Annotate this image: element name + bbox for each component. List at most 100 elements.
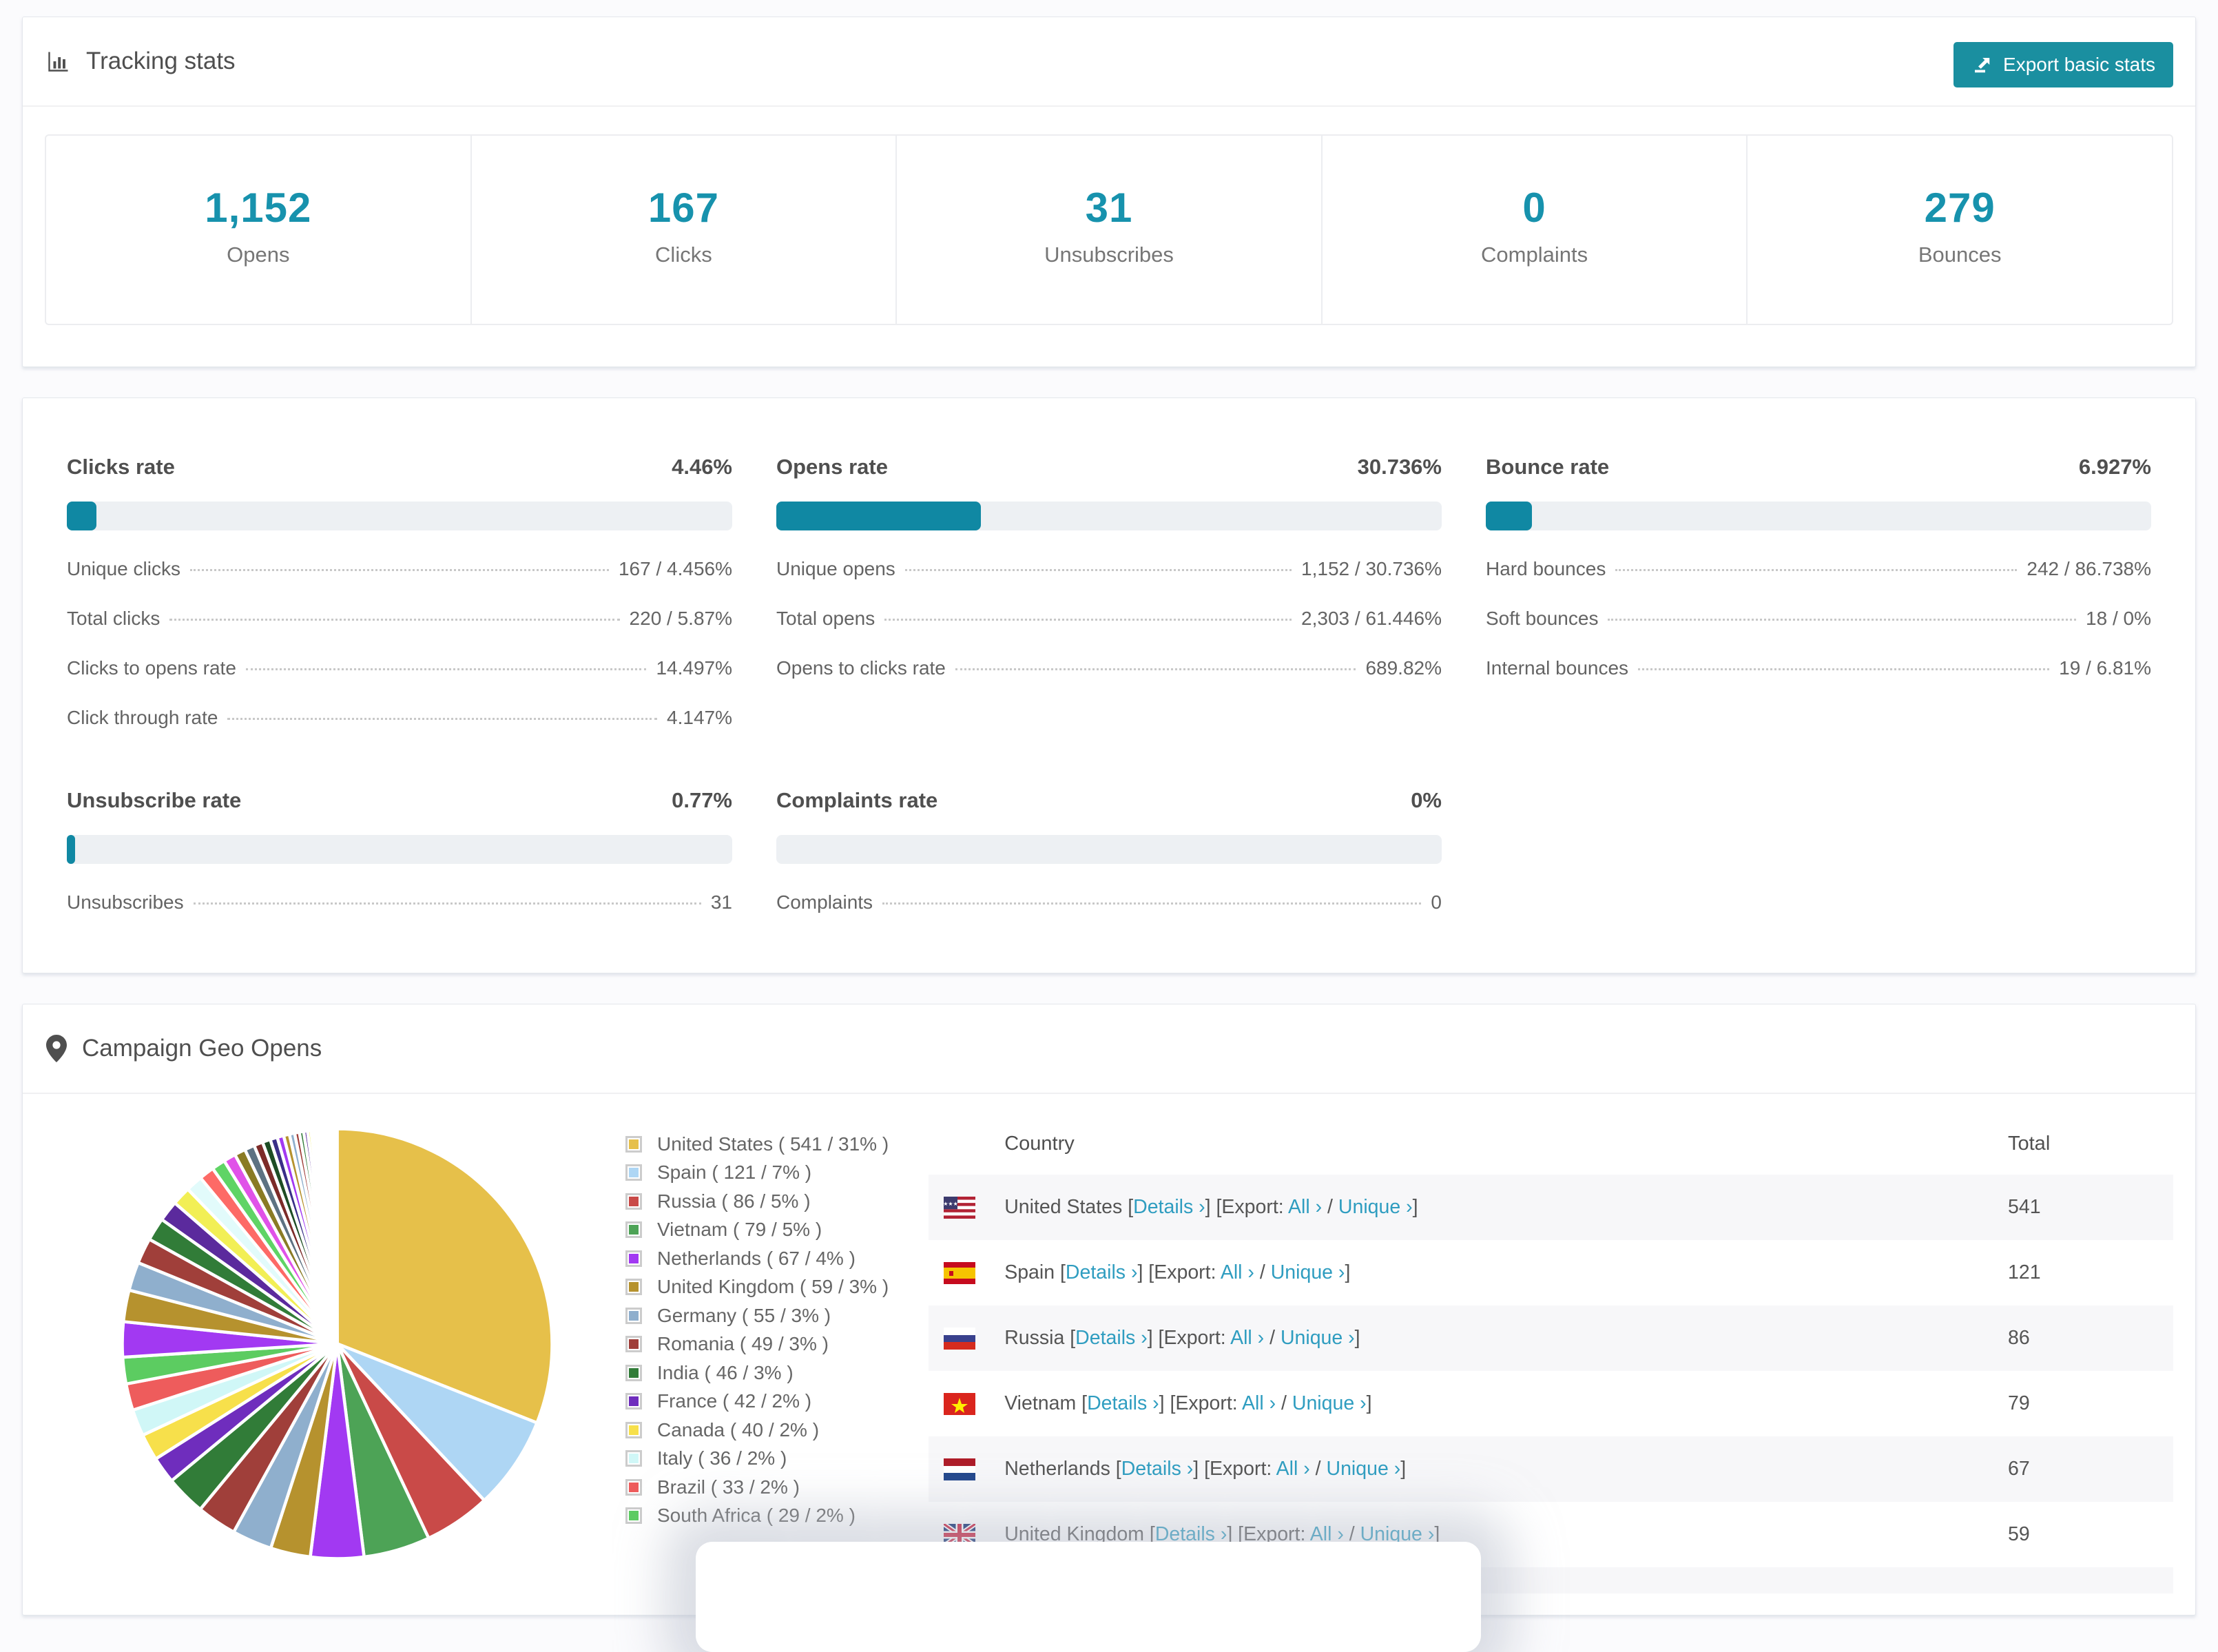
dotted-leader [227,718,658,720]
export-all-link-nl[interactable]: All › [1276,1458,1310,1480]
export-unique-link-nl[interactable]: Unique › [1326,1458,1400,1480]
country-name: Spain [1004,1261,1060,1283]
rate-progress-bar [67,502,732,530]
legend-label: India ( 46 / 3% ) [657,1361,794,1383]
geo-flag-cell [929,1371,1004,1436]
stat-cell-bounces: 279 Bounces [1748,136,2172,324]
flag-nl-icon [944,1458,976,1480]
rate-row: Complaints 0 [776,891,1442,913]
rate-title: Complaints rate [776,788,938,812]
rate-row: Click through rate 4.147% [67,707,732,729]
rate-row-label: Internal bounces [1486,657,1629,679]
export-all-link-ru[interactable]: All › [1230,1327,1264,1349]
geo-body: United States ( 541 / 31% ) Spain ( 121 /… [23,1094,2195,1593]
geo-flag-cell: ★★★ [929,1175,1004,1240]
rates-card: Clicks rate 4.46% Unique clicks 167 / 4.456… [22,397,2196,973]
export-unique-link-es[interactable]: Unique › [1271,1261,1345,1283]
pie-slice-53 [335,1127,339,1345]
geo-total-cell: 59 [2008,1523,2030,1545]
flag-us-icon: ★★★ [944,1196,976,1219]
legend-label: Romania ( 49 / 3% ) [657,1333,829,1355]
legend-item-romania: Romania ( 49 / 3% ) [625,1330,889,1359]
details-link-us[interactable]: Details › [1133,1196,1205,1218]
details-link-ru[interactable]: Details › [1075,1327,1148,1349]
export-all-link-es[interactable]: All › [1221,1261,1254,1283]
legend-item-italy: Italy ( 36 / 2% ) [625,1445,889,1474]
rate-panel-complaints-rate: Complaints rate 0% Complaints 0 [776,750,1442,913]
dotted-leader [193,902,701,905]
geo-pie-svg [121,1127,554,1560]
dotted-leader [189,569,609,571]
legend-label: Brazil ( 33 / 2% ) [657,1476,800,1498]
geo-table-row-es: Spain [Details ›] [Export: All › / Uniqu… [929,1240,2173,1305]
rate-progress-bar [776,502,1442,530]
rate-head: Unsubscribe rate 0.77% [67,788,732,813]
rate-row-value: 19 / 6.81% [2059,657,2151,679]
dotted-leader [1638,668,2050,670]
details-link-vn[interactable]: Details › [1087,1392,1159,1414]
stat-label: Unsubscribes [1044,242,1174,267]
rate-value: 6.927% [2078,455,2151,479]
geo-table: Country Total ★★★ United States [Details … [929,1112,2173,1567]
details-link-es[interactable]: Details › [1066,1261,1138,1283]
legend-item-south-africa: South Africa ( 29 / 2% ) [625,1502,889,1531]
rate-row-value: 4.147% [667,707,732,728]
rate-progress-fill [1486,502,1532,530]
geo-country-cell: Russia [Details ›] [Export: All › / Uniq… [1004,1327,1360,1349]
legend-item-brazil: Brazil ( 33 / 2% ) [625,1473,889,1502]
legend-swatch [625,1250,642,1267]
legend-item-vietnam: Vietnam ( 79 / 5% ) [625,1216,889,1245]
export-basic-stats-button[interactable]: Export basic stats [1953,42,2173,87]
export-all-link-us[interactable]: All › [1288,1196,1322,1218]
legend-item-canada: Canada ( 40 / 2% ) [625,1416,889,1445]
rate-rows: Complaints 0 [776,891,1442,913]
rate-title: Bounce rate [1486,455,1610,479]
rate-progress-fill [776,502,981,530]
dotted-leader [245,668,647,670]
details-link-nl[interactable]: Details › [1121,1458,1194,1480]
legend-label: Spain ( 121 / 7% ) [657,1161,812,1184]
rate-value: 4.46% [672,455,732,479]
rate-row-label: Unique opens [776,558,895,579]
legend-item-france: France ( 42 / 2% ) [625,1387,889,1416]
export-unique-link-vn[interactable]: Unique › [1292,1392,1367,1414]
legend-label: Germany ( 55 / 3% ) [657,1304,831,1326]
export-unique-link-ru[interactable]: Unique › [1281,1327,1355,1349]
country-name: Vietnam [1004,1392,1082,1414]
export-unique-link-us[interactable]: Unique › [1338,1196,1413,1218]
rate-row-value: 2,303 / 61.446% [1301,608,1442,629]
rate-rows: Unique opens 1,152 / 30.736% Total opens 2,… [776,558,1442,679]
rates-row-1: Clicks rate 4.46% Unique clicks 167 / 4.456… [67,416,2151,729]
legend-swatch [625,1393,642,1410]
legend-item-russia: Russia ( 86 / 5% ) [625,1187,889,1216]
geo-country-cell: Spain [Details ›] [Export: All › / Uniqu… [1004,1261,1351,1283]
rate-head: Complaints rate 0% [776,788,1442,813]
rate-progress-bar [776,835,1442,864]
legend-label: Italy ( 36 / 2% ) [657,1447,787,1469]
stat-cell-complaints: 0 Complaints [1323,136,1748,324]
rate-value: 0.77% [672,788,732,812]
country-name: United States [1004,1196,1128,1218]
campaign-geo-opens-header: Campaign Geo Opens [23,1004,2195,1094]
geo-table-wrap: Country Total ★★★ United States [Details … [929,1112,2173,1593]
legend-label: Netherlands ( 67 / 4% ) [657,1247,856,1269]
stat-value: 31 [1085,185,1133,231]
dotted-leader [1615,569,2018,571]
rate-row: Internal bounces 19 / 6.81% [1486,657,2151,679]
export-all-link-vn[interactable]: All › [1242,1392,1276,1414]
rate-row-value: 220 / 5.87% [629,608,732,629]
legend-swatch [625,1164,642,1181]
dotted-leader [884,619,1292,621]
rates-row-2: Unsubscribe rate 0.77% Unsubscribes 31 Compl… [67,750,2151,913]
country-name: Russia [1004,1327,1070,1349]
rate-row: Total clicks 220 / 5.87% [67,608,732,630]
dotted-leader [1608,619,2077,621]
legend-swatch [625,1421,642,1438]
geo-table-row-us: ★★★ United States [Details ›] [Export: Al… [929,1175,2173,1240]
legend-label: United States ( 541 / 31% ) [657,1133,889,1155]
geo-col-country: Country [1004,1133,1075,1155]
legend-item-united-states: United States ( 541 / 31% ) [625,1130,889,1159]
geo-col-flag [929,1112,1004,1175]
rate-panel-opens-rate: Opens rate 30.736% Unique opens 1,152 / 30.… [776,416,1442,729]
rate-row-label: Click through rate [67,707,218,728]
